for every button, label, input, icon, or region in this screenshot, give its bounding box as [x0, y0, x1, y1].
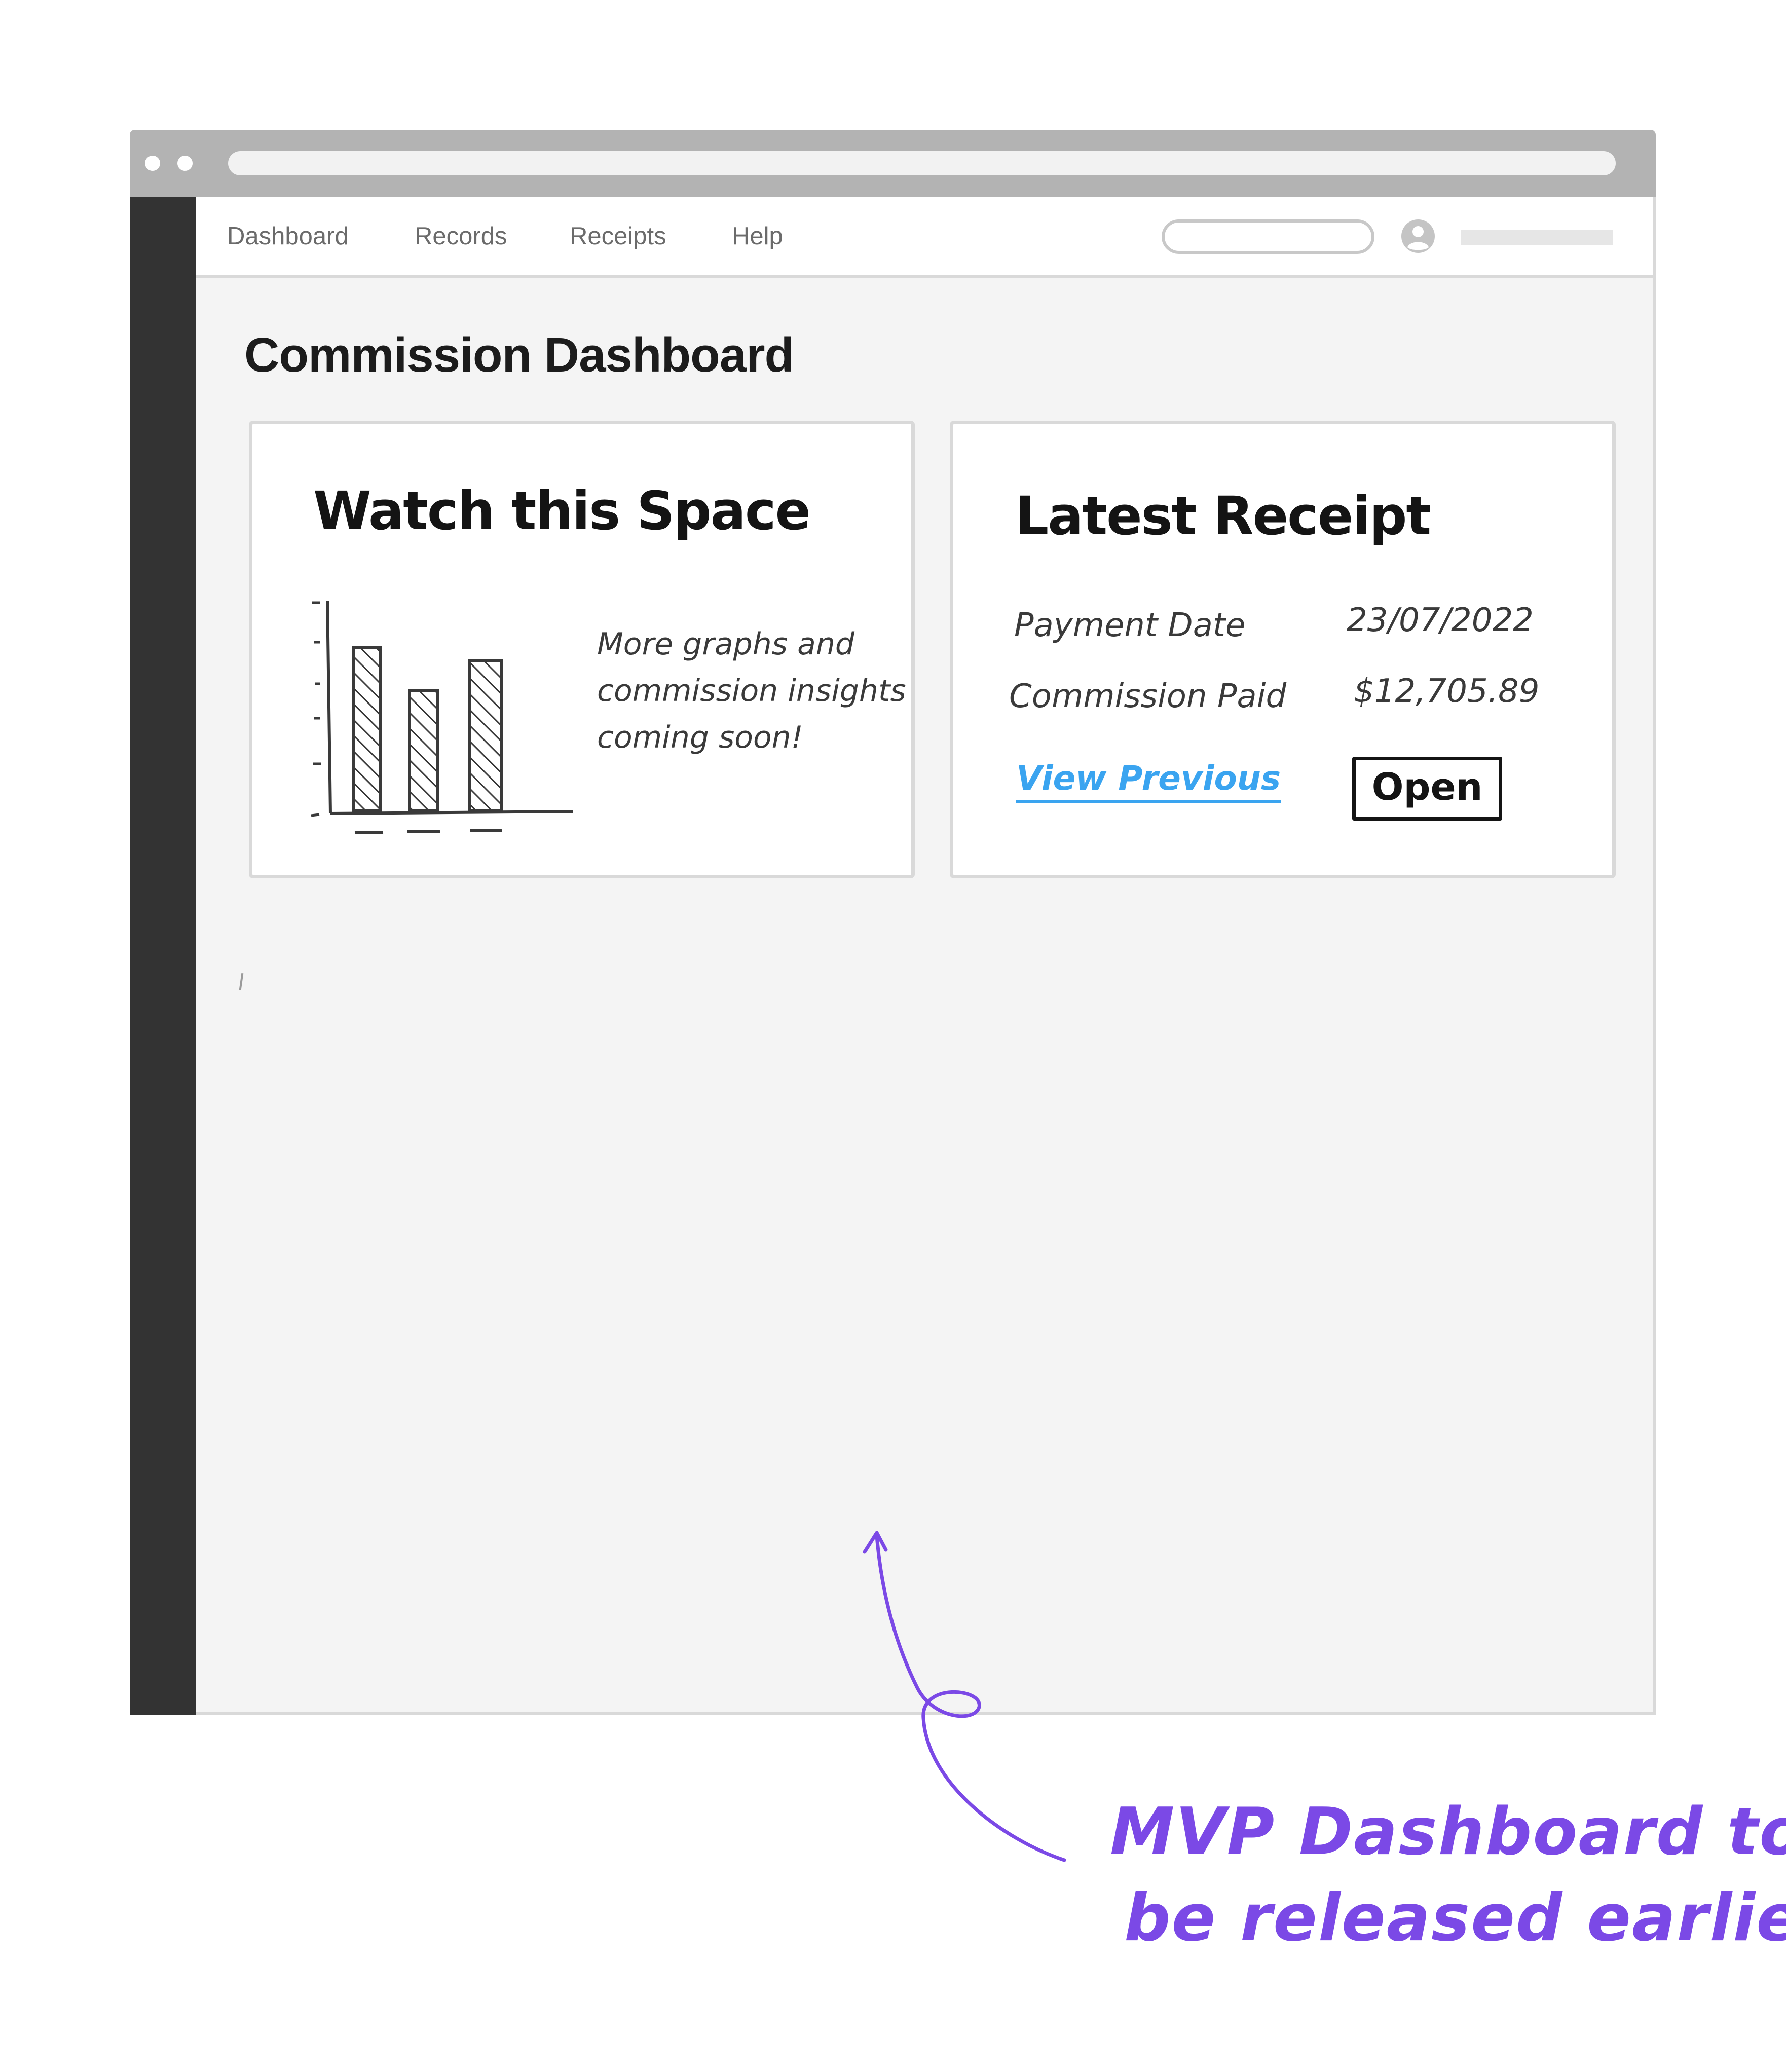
user-avatar-icon[interactable]: [1400, 218, 1436, 254]
annotation-line-1: MVP Dashboard to: [1110, 1794, 1786, 1870]
annotation-arrow-icon: [863, 1531, 1066, 1862]
username-placeholder: [1461, 230, 1613, 245]
annotation-line-2: be released earlier: [1124, 1880, 1786, 1956]
nav-records[interactable]: Records: [415, 222, 507, 250]
commission-paid-value: $12,705.89: [1354, 673, 1540, 710]
card-heading: Watch this Space: [313, 480, 811, 542]
browser-titlebar: [130, 130, 1656, 197]
window-dot-icon[interactable]: [145, 156, 160, 171]
page-title: Commission Dashboard: [244, 328, 794, 382]
watch-this-space-card: Watch this Space More graphs and commiss…: [249, 421, 915, 878]
payment-date-value: 23/07/2022: [1347, 602, 1534, 639]
nav-help[interactable]: Help: [732, 222, 783, 250]
sidebar: [130, 197, 196, 1715]
address-bar[interactable]: [228, 151, 1616, 175]
search-input[interactable]: [1162, 219, 1374, 254]
latest-receipt-card: Latest Receipt Payment Date 23/07/2022 C…: [950, 421, 1616, 878]
top-navbar: Dashboard Records Receipts Help: [196, 197, 1656, 278]
coming-soon-text: More graphs and commission insights comi…: [597, 626, 906, 755]
nav-receipts[interactable]: Receipts: [570, 222, 666, 250]
nav-dashboard[interactable]: Dashboard: [227, 222, 349, 250]
view-previous-link[interactable]: View Previous: [1016, 759, 1281, 803]
open-button[interactable]: Open: [1352, 757, 1502, 821]
window-dot-icon[interactable]: [177, 156, 193, 171]
card-heading: Latest Receipt: [1015, 485, 1431, 547]
commission-paid-label: Commission Paid: [1009, 678, 1287, 715]
payment-date-label: Payment Date: [1014, 607, 1246, 644]
sketch-bar-chart-icon: [311, 600, 573, 834]
